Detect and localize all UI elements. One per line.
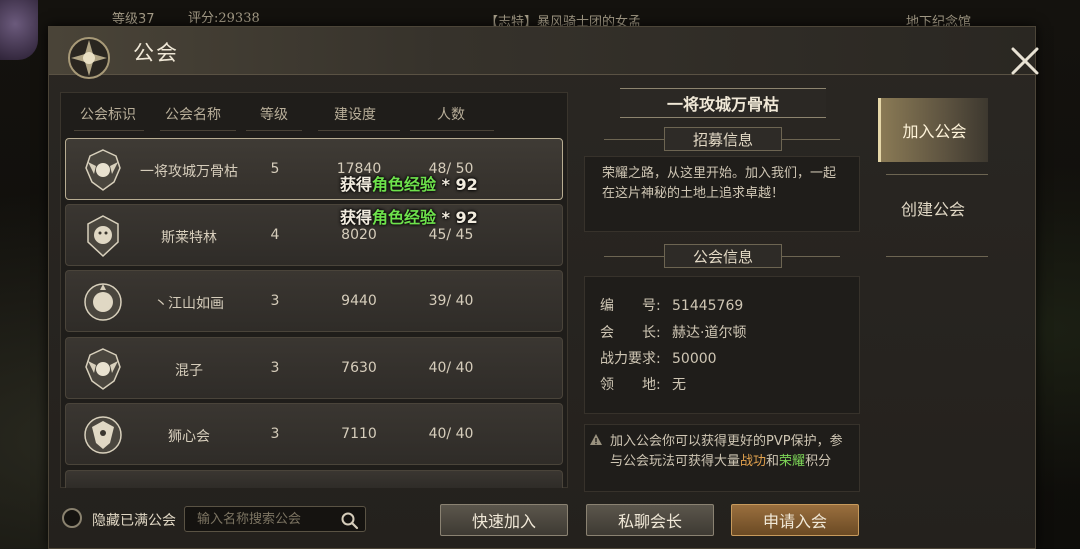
recruit-section-title: 招募信息 [664, 127, 782, 151]
guild-members: 45/ 45 [428, 227, 474, 243]
header-underline [318, 130, 400, 131]
header-underline [410, 130, 494, 131]
lion-head-emblem-icon [82, 214, 124, 258]
guild-name: 狮心会 [168, 429, 210, 445]
guild-members: 40/ 40 [428, 426, 474, 442]
info-power-row: 战力要求: 50000 [600, 348, 717, 368]
info-territory-row: 领 地: 无 [600, 374, 686, 394]
selected-guild-name: 一将攻城万骨枯 [620, 88, 826, 118]
info-value: 50000 [672, 351, 717, 367]
guild-name: 混子 [175, 363, 203, 379]
tab-divider [886, 174, 988, 175]
guild-row[interactable]: 丶江山如画 3 9440 39/ 40 [65, 270, 563, 332]
guild-row[interactable]: 斯莱特林 4 8020 45/ 45 [65, 204, 563, 266]
apply-join-button[interactable]: 申请入会 [731, 504, 859, 536]
guild-row[interactable]: 混子 3 7630 40/ 40 [65, 337, 563, 399]
info-leader-row: 会 长: 赫达·道尔顿 [600, 322, 746, 342]
guild-build: 8020 [341, 227, 377, 243]
guild-members: 40/ 40 [428, 360, 474, 376]
tab-join-guild[interactable]: 加入公会 [878, 98, 988, 162]
dragon-emblem-icon [82, 413, 124, 457]
hide-full-checkbox[interactable] [62, 508, 82, 528]
private-chat-leader-button[interactable]: 私聊会长 [586, 504, 714, 536]
guild-row[interactable]: 一将攻城万骨枯 5 17840 48/ 50 [65, 138, 563, 200]
close-icon [1011, 47, 1039, 75]
recruit-text: 荣耀之路，从这里开始。加入我们，一起在这片神秘的土地上追求卓越！ [602, 166, 837, 201]
player-avatar[interactable] [0, 0, 38, 60]
reward-toast: 获得角色经验 * 92 [340, 175, 478, 194]
lion-crest-emblem-icon [82, 280, 124, 324]
guild-name: 丶江山如画 [154, 296, 224, 312]
tab-create-guild[interactable]: 创建公会 [878, 176, 988, 240]
info-id-row: 编 号: 51445769 [600, 295, 743, 315]
quick-join-button[interactable]: 快速加入 [440, 504, 568, 536]
column-header-name: 公会名称 [165, 107, 221, 123]
guild-level: 5 [270, 161, 280, 177]
info-value: 51445769 [672, 298, 744, 314]
column-header-level: 等级 [260, 107, 288, 123]
header-underline [246, 130, 302, 131]
column-header-members: 人数 [437, 107, 465, 123]
guild-row[interactable]: 狮心会 3 7110 40/ 40 [65, 403, 563, 465]
column-header-build: 建设度 [334, 107, 376, 123]
guild-build: 7110 [341, 426, 377, 442]
winged-lion-emblem-icon [82, 347, 124, 391]
player-score: 评分:29338 [188, 11, 260, 26]
warning-icon [590, 434, 602, 445]
info-value: 赫达·道尔顿 [672, 325, 747, 341]
search-icon [341, 512, 359, 530]
guild-emblem-icon [59, 31, 119, 85]
info-label: 战力要求: [600, 351, 661, 367]
guild-row-partial[interactable] [65, 470, 563, 488]
hide-full-label: 隐藏已满公会 [92, 513, 176, 529]
panel-header: 公会 [49, 27, 1035, 79]
header-underline [160, 130, 236, 131]
guild-name: 斯莱特林 [161, 230, 217, 246]
guild-build: 9440 [341, 293, 377, 309]
search-box [184, 506, 366, 532]
guild-name: 一将攻城万骨枯 [140, 164, 238, 180]
info-section-title: 公会信息 [664, 244, 782, 268]
guild-level: 4 [270, 227, 280, 243]
guild-level: 3 [270, 293, 280, 309]
guild-members: 39/ 40 [428, 293, 474, 309]
search-input[interactable] [185, 507, 333, 531]
reward-toast: 获得角色经验 * 92 [340, 208, 478, 227]
close-button[interactable] [1005, 41, 1045, 81]
info-label: 会 长: [600, 325, 661, 341]
top-hud: 等级37 评分:29338 【志特】暴风骑士团的女孟 地下纪念馆 [0, 0, 1080, 60]
panel-title: 公会 [133, 41, 179, 65]
guild-level: 3 [270, 360, 280, 376]
guild-level: 3 [270, 426, 280, 442]
guild-build: 7630 [341, 360, 377, 376]
info-value: 无 [672, 377, 686, 393]
info-label: 领 地: [600, 377, 661, 393]
player-level: 等级37 [112, 12, 155, 27]
notice-text: 加入公会你可以获得更好的PVP保护，参与公会玩法可获得大量战功和荣耀积分 [610, 434, 843, 469]
tab-divider [886, 256, 988, 257]
winged-lion-emblem-icon [82, 148, 124, 192]
column-header-emblem: 公会标识 [80, 107, 136, 123]
info-label: 编 号: [600, 298, 661, 314]
search-button[interactable] [339, 510, 359, 530]
header-underline [74, 130, 144, 131]
